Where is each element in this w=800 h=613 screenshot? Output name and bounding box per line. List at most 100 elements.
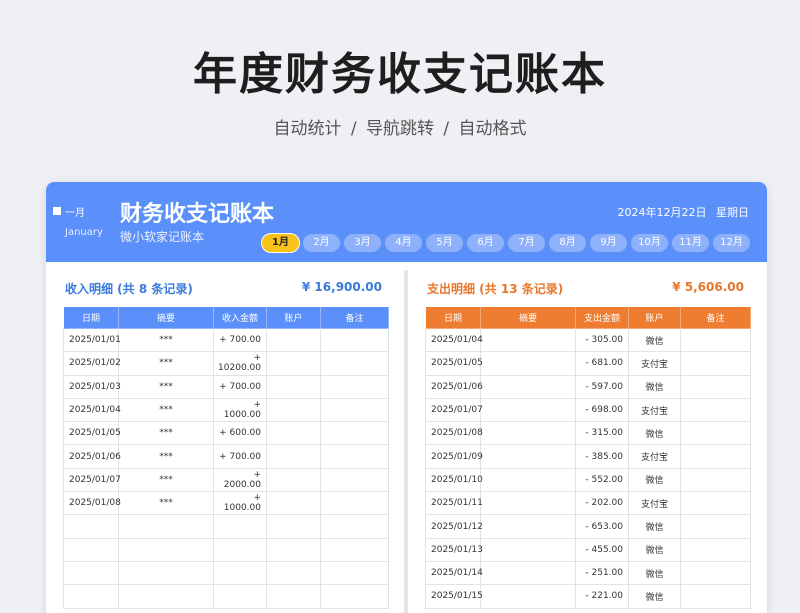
expense-cell[interactable] (480, 421, 576, 446)
income-cell[interactable]: + 700.00 (213, 374, 267, 399)
income-cell[interactable] (63, 560, 119, 586)
expense-cell[interactable] (480, 560, 576, 586)
income-cell[interactable] (320, 397, 389, 423)
income-cell[interactable] (266, 491, 321, 516)
expense-cell[interactable] (680, 397, 751, 423)
expense-cell[interactable]: 2025/01/08 (425, 421, 483, 446)
income-cell[interactable]: + 700.00 (213, 327, 267, 353)
expense-cell[interactable] (680, 584, 751, 609)
tab-month-1[interactable]: 1月 (262, 234, 299, 252)
expense-cell[interactable]: 2025/01/05 (425, 351, 483, 376)
income-cell[interactable] (320, 351, 389, 376)
expense-cell[interactable]: - 653.00 (575, 514, 629, 539)
expense-cell[interactable]: - 385.00 (575, 444, 629, 469)
expense-cell[interactable]: - 315.00 (575, 421, 629, 446)
checkbox-icon[interactable] (53, 207, 61, 215)
income-cell[interactable] (320, 560, 389, 586)
income-cell[interactable]: 2025/01/03 (63, 374, 121, 399)
tab-month-11[interactable]: 11月 (672, 234, 709, 252)
income-cell[interactable] (266, 514, 321, 539)
income-cell[interactable] (63, 514, 119, 539)
expense-cell[interactable]: 微信 (628, 584, 681, 609)
income-cell[interactable]: + 1000.00 (213, 397, 267, 423)
income-cell[interactable] (63, 537, 119, 562)
income-cell[interactable] (320, 444, 389, 469)
expense-cell[interactable]: 2025/01/04 (425, 327, 483, 353)
income-cell[interactable] (266, 444, 321, 469)
expense-cell[interactable]: 支付宝 (628, 397, 681, 423)
income-cell[interactable]: 2025/01/07 (63, 467, 121, 493)
expense-cell[interactable] (480, 514, 576, 539)
expense-cell[interactable]: - 681.00 (575, 351, 629, 376)
tab-month-10[interactable]: 10月 (631, 234, 668, 252)
tab-month-3[interactable]: 3月 (344, 234, 381, 252)
income-cell[interactable] (118, 537, 214, 562)
income-cell[interactable] (266, 537, 321, 562)
expense-cell[interactable]: 支付宝 (628, 491, 681, 516)
expense-cell[interactable] (480, 467, 576, 493)
income-cell[interactable] (213, 560, 267, 586)
expense-cell[interactable]: 微信 (628, 537, 681, 562)
expense-cell[interactable]: 2025/01/09 (425, 444, 483, 469)
expense-cell[interactable] (680, 467, 751, 493)
income-cell[interactable] (266, 374, 321, 399)
income-cell[interactable] (213, 537, 267, 562)
expense-cell[interactable] (480, 327, 576, 353)
income-cell[interactable]: *** (118, 351, 214, 376)
expense-cell[interactable]: 2025/01/06 (425, 374, 483, 399)
expense-cell[interactable] (680, 514, 751, 539)
tab-month-2[interactable]: 2月 (303, 234, 340, 252)
tab-month-6[interactable]: 6月 (467, 234, 504, 252)
expense-cell[interactable] (680, 537, 751, 562)
expense-cell[interactable]: 微信 (628, 374, 681, 399)
expense-cell[interactable] (480, 444, 576, 469)
income-cell[interactable]: *** (118, 444, 214, 469)
expense-cell[interactable] (480, 351, 576, 376)
expense-cell[interactable]: 支付宝 (628, 444, 681, 469)
income-cell[interactable] (266, 327, 321, 353)
expense-cell[interactable]: - 251.00 (575, 560, 629, 586)
expense-cell[interactable]: - 455.00 (575, 537, 629, 562)
income-cell[interactable] (63, 584, 119, 609)
income-cell[interactable] (118, 560, 214, 586)
expense-cell[interactable]: 微信 (628, 421, 681, 446)
tab-month-12[interactable]: 12月 (713, 234, 750, 252)
expense-cell[interactable]: 2025/01/11 (425, 491, 483, 516)
expense-cell[interactable] (680, 374, 751, 399)
tab-month-7[interactable]: 7月 (508, 234, 545, 252)
income-cell[interactable]: 2025/01/04 (63, 397, 121, 423)
income-cell[interactable]: *** (118, 397, 214, 423)
expense-cell[interactable]: 微信 (628, 560, 681, 586)
tab-month-5[interactable]: 5月 (426, 234, 463, 252)
income-cell[interactable]: + 10200.00 (213, 351, 267, 376)
income-cell[interactable] (118, 584, 214, 609)
income-cell[interactable]: + 2000.00 (213, 467, 267, 493)
income-cell[interactable]: *** (118, 374, 214, 399)
expense-cell[interactable]: 微信 (628, 327, 681, 353)
income-cell[interactable] (213, 584, 267, 609)
expense-cell[interactable] (680, 444, 751, 469)
expense-cell[interactable] (480, 491, 576, 516)
income-cell[interactable] (320, 584, 389, 609)
income-cell[interactable]: *** (118, 421, 214, 446)
expense-cell[interactable]: - 597.00 (575, 374, 629, 399)
expense-cell[interactable]: - 552.00 (575, 467, 629, 493)
expense-cell[interactable]: - 698.00 (575, 397, 629, 423)
income-cell[interactable]: 2025/01/06 (63, 444, 121, 469)
expense-cell[interactable] (480, 397, 576, 423)
income-cell[interactable] (266, 560, 321, 586)
expense-cell[interactable]: 2025/01/07 (425, 397, 483, 423)
income-cell[interactable]: + 1000.00 (213, 491, 267, 516)
income-cell[interactable]: 2025/01/01 (63, 327, 121, 353)
tab-month-9[interactable]: 9月 (590, 234, 627, 252)
income-cell[interactable] (320, 421, 389, 446)
income-cell[interactable] (320, 514, 389, 539)
income-cell[interactable] (118, 514, 214, 539)
income-cell[interactable] (266, 421, 321, 446)
expense-cell[interactable]: 微信 (628, 514, 681, 539)
expense-cell[interactable] (680, 560, 751, 586)
expense-cell[interactable]: - 202.00 (575, 491, 629, 516)
income-cell[interactable] (266, 467, 321, 493)
expense-cell[interactable]: - 305.00 (575, 327, 629, 353)
income-cell[interactable] (320, 491, 389, 516)
